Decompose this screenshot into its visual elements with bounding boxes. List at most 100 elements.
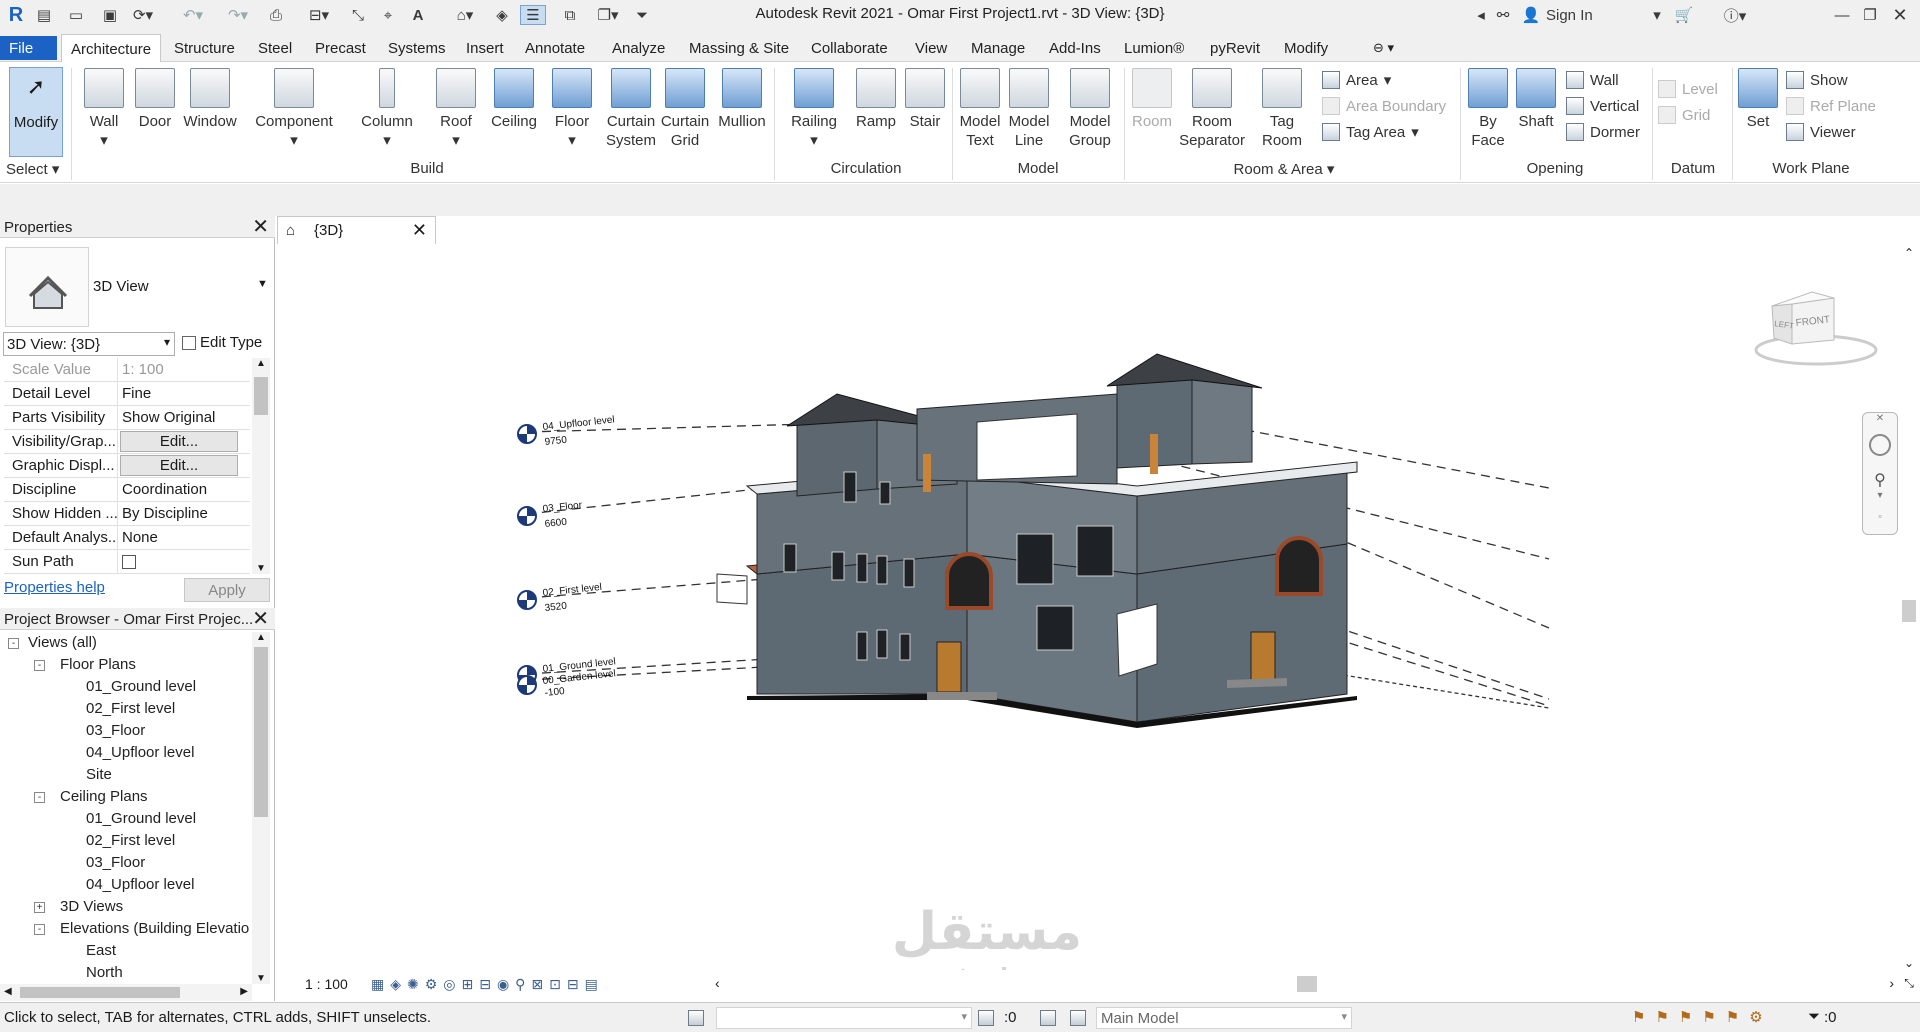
level-button[interactable]: Level (1658, 80, 1718, 98)
tab-annotate[interactable]: Annotate (516, 34, 594, 61)
curtain-system-button[interactable]: Curtain System (602, 68, 660, 150)
tab-steel[interactable]: Steel (249, 34, 301, 61)
browser-item[interactable]: East (86, 942, 116, 959)
modify-button[interactable]: ➚ Modify (9, 67, 63, 157)
sign-in-dropdown-icon[interactable]: ▾ (1650, 5, 1664, 25)
tag-room-button[interactable]: Tag Room (1256, 68, 1308, 150)
cart-icon[interactable]: 🛒 (1672, 5, 1696, 25)
area-boundary-button[interactable]: Area Boundary (1322, 97, 1446, 115)
close-properties-icon[interactable]: ✕ (252, 216, 269, 238)
browser-item[interactable]: 02_First level (86, 832, 175, 849)
minimize-icon[interactable]: — (1832, 5, 1852, 25)
browser-item[interactable]: 01_Ground level (86, 678, 196, 695)
steering-wheel-icon[interactable] (1869, 434, 1891, 456)
set-work-plane-button[interactable]: Set (1736, 68, 1780, 131)
tab-add-ins[interactable]: Add-Ins (1040, 34, 1110, 61)
vertical-opening-button[interactable]: Vertical (1566, 97, 1639, 115)
floor-button[interactable]: Floor ▾ (550, 68, 594, 150)
by-face-button[interactable]: By Face (1466, 68, 1510, 150)
selection-filter-icons[interactable]: ⚑⚑⚑⚑⚑⚙ (1632, 1008, 1773, 1026)
close-tab-icon[interactable]: ✕ (412, 220, 427, 241)
tab-architecture[interactable]: Architecture (61, 34, 162, 62)
tab-precast[interactable]: Precast (306, 34, 375, 61)
navigation-bar[interactable]: ✕ ⚲ ▾ ▫ (1862, 412, 1898, 535)
view-horizontal-scrollbar[interactable]: › (725, 970, 1898, 998)
browser-item[interactable]: 3D Views (60, 898, 123, 915)
search-collapse-icon[interactable]: ◂ (1474, 5, 1488, 25)
browser-item[interactable]: 03_Floor (86, 854, 145, 871)
zoom-dropdown-icon[interactable]: ▾ (1863, 490, 1897, 501)
exclude-options-icon[interactable] (1070, 1010, 1086, 1026)
design-option-dropdown[interactable]: Main Model ▾ (1096, 1007, 1352, 1029)
door-button[interactable]: Door (134, 68, 176, 131)
property-row[interactable]: Scale Value 1: 100 (4, 358, 250, 382)
property-row[interactable]: Sun Path (4, 550, 250, 574)
design-options-icon[interactable] (1040, 1010, 1056, 1026)
sun-path-checkbox[interactable] (122, 555, 136, 569)
properties-help-link[interactable]: Properties help (4, 579, 105, 596)
browser-item[interactable]: 01_Ground level (86, 810, 196, 827)
roof-button[interactable]: Roof ▾ (434, 68, 478, 150)
browser-item[interactable]: 02_First level (86, 700, 175, 717)
type-selector-dropdown-icon[interactable]: ▼ (257, 278, 268, 290)
model-group-button[interactable]: Model Group (1060, 68, 1120, 150)
stair-button[interactable]: Stair (904, 68, 946, 131)
tag-area-button[interactable]: Tag Area ▾ (1322, 123, 1419, 141)
ribbon-display-toggle-icon[interactable]: ⊖ ▾ (1364, 34, 1403, 61)
browser-item[interactable]: North (86, 964, 123, 981)
browser-item[interactable]: Site (86, 766, 112, 783)
scroll-right-icon[interactable]: › (1889, 975, 1894, 991)
tab-structure[interactable]: Structure (165, 34, 244, 61)
view-control-icons[interactable]: ▦◈✺⚙◎⊞⊟◉⚲⊠⊡⊟▤ (371, 976, 604, 993)
browser-item[interactable]: Elevations (Building Elevatio (60, 920, 249, 937)
filter-icon[interactable]: ⏷ (1808, 1008, 1820, 1025)
ref-plane-button[interactable]: Ref Plane (1786, 97, 1876, 115)
room-area-dropdown[interactable]: Room & Area ▾ (1128, 160, 1440, 178)
mullion-button[interactable]: Mullion (714, 68, 770, 131)
browser-hscrollbar[interactable]: ◀ ▶ (0, 984, 252, 1001)
dormer-button[interactable]: Dormer (1566, 123, 1640, 141)
select-dropdown[interactable]: Select ▾ (6, 160, 59, 178)
building-model[interactable] (716, 353, 1358, 728)
help-icon[interactable]: ⓘ▾ (1716, 5, 1754, 25)
browser-item[interactable]: Floor Plans (60, 656, 136, 673)
apply-button[interactable]: Apply (184, 578, 270, 602)
tab-file[interactable]: File (0, 36, 57, 60)
tab-view[interactable]: View (906, 34, 956, 61)
collapse-icon[interactable]: - (34, 924, 45, 935)
window-button[interactable]: Window (180, 68, 240, 131)
user-icon[interactable]: 👤 (1520, 5, 1542, 25)
tab-pyrevit[interactable]: pyRevit (1201, 34, 1269, 61)
wall-opening-button[interactable]: Wall (1566, 71, 1619, 89)
property-row[interactable]: Detail Level Fine (4, 382, 250, 406)
nav-options-icon[interactable]: ▫ (1863, 511, 1897, 521)
browser-item[interactable]: 03_Floor (86, 722, 145, 739)
tab-systems[interactable]: Systems (379, 34, 455, 61)
instance-selector[interactable]: 3D View: {3D} ▾ (3, 332, 175, 356)
tab-3d-view[interactable]: ⌂ {3D} ✕ (277, 216, 436, 244)
resize-grip-icon[interactable]: ⤡ (1898, 970, 1920, 1002)
curtain-grid-button[interactable]: Curtain Grid (658, 68, 712, 150)
editable-only-icon[interactable] (978, 1010, 994, 1026)
property-row[interactable]: Visibility/Grap... Edit... (4, 430, 250, 454)
restore-icon[interactable]: ❐ (1860, 5, 1880, 25)
tab-modify[interactable]: Modify (1275, 34, 1337, 61)
model-line-button[interactable]: Model Line (1004, 68, 1054, 150)
tab-insert[interactable]: Insert (457, 34, 513, 61)
collapse-icon[interactable]: - (34, 660, 45, 671)
close-browser-icon[interactable]: ✕ (252, 608, 269, 630)
tab-massing-site[interactable]: Massing & Site (680, 34, 798, 61)
viewer-button[interactable]: Viewer (1786, 123, 1856, 141)
room-separator-button[interactable]: Room Separator (1176, 68, 1248, 150)
properties-scrollbar[interactable]: ▲ ▼ (252, 358, 270, 574)
drawing-area[interactable]: 04_Upfloor level 9750 03_Floor 6600 02_F… (277, 216, 1920, 1002)
property-row[interactable]: Show Hidden ... By Discipline (4, 502, 250, 526)
property-row[interactable]: Default Analys... None (4, 526, 250, 550)
edit-type-button[interactable]: Edit Type (182, 334, 262, 351)
wall-button[interactable]: Wall ▾ (82, 68, 126, 150)
tab-analyze[interactable]: Analyze (603, 34, 674, 61)
ramp-button[interactable]: Ramp (852, 68, 900, 131)
property-row[interactable]: Discipline Coordination (4, 478, 250, 502)
browser-item[interactable]: Views (all) (28, 634, 97, 651)
grid-button[interactable]: Grid (1658, 106, 1710, 124)
